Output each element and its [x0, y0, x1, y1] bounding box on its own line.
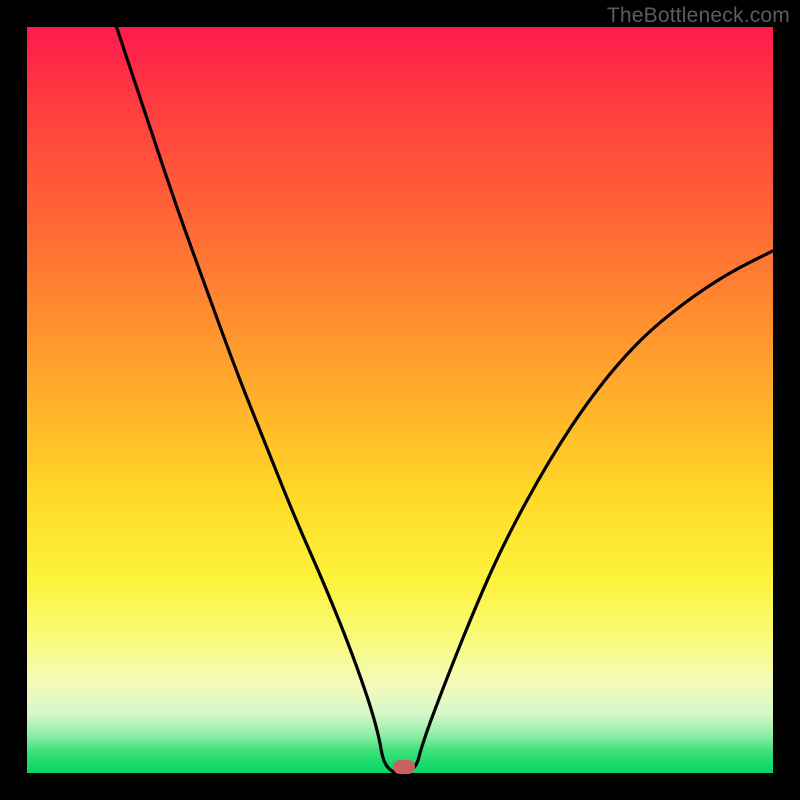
watermark-text: TheBottleneck.com — [607, 4, 790, 28]
optimum-marker — [393, 760, 415, 774]
bottleneck-curve — [27, 27, 773, 773]
plot-area — [27, 27, 773, 773]
chart-frame: TheBottleneck.com — [0, 0, 800, 800]
